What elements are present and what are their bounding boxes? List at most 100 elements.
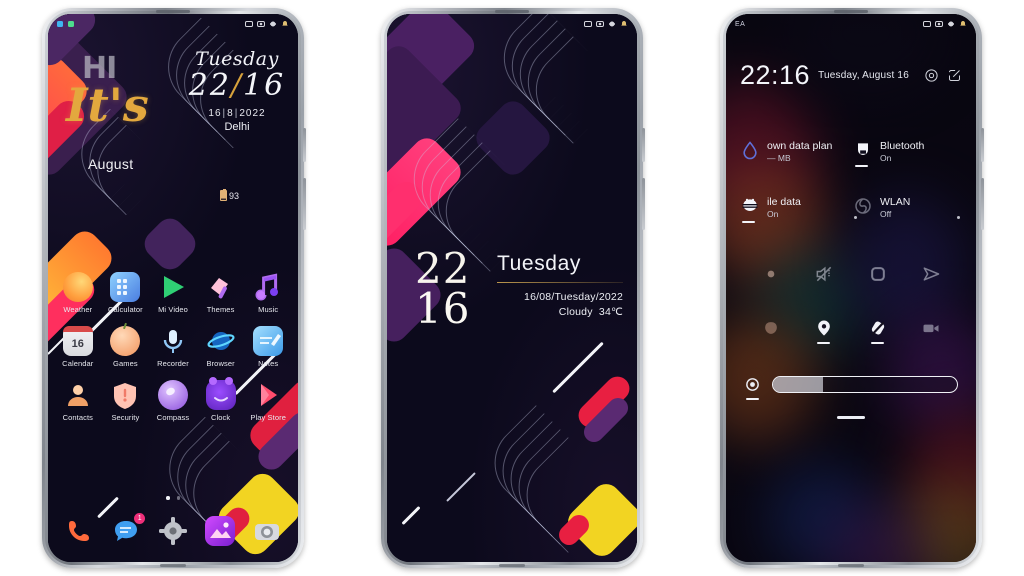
app-grid: Weather Calculator Mi Video Themes Music… [54,272,292,422]
app-games[interactable]: Games [102,322,150,368]
dock-settings-icon[interactable] [158,516,188,546]
tile-state-indicator [746,397,759,400]
wlan-icon [853,196,873,216]
lockscreen-minute: 16 [415,283,471,333]
messages-badge: 1 [134,513,146,524]
tile-sublabel: Off [880,209,892,220]
app-themes[interactable]: Themes [197,272,245,314]
screen-record-icon[interactable] [921,318,941,338]
clock-city: Delhi [224,120,250,133]
phone-1-home-screen: HI It's August Tuesday 22/16 16|8|2022 D… [42,8,306,568]
music-icon [253,272,283,302]
divider [497,282,623,283]
earpiece [834,10,868,13]
phone-3-quick-settings: EA 22:16 Tuesday, August 16 own data pla… [720,8,984,568]
dock-phone-icon[interactable] [64,516,94,546]
mobile-data-icon [740,196,760,223]
tile-mobile-data[interactable]: ile data On [740,196,849,223]
app-calendar[interactable]: 16 Calendar [54,326,102,368]
edit-icon[interactable] [947,68,962,83]
app-compass[interactable]: Compass [149,380,197,422]
security-icon [110,380,140,410]
app-security[interactable]: Security [102,380,150,422]
tile-data-plan[interactable]: own data plan — MB [740,140,849,163]
tile-state-indicator [855,164,868,167]
screenshot-stage: HI It's August Tuesday 22/16 16|8|2022 D… [0,0,1024,576]
battery-level: 93 [229,190,240,201]
quick-settings-row-2: ile data On WLAN Off [740,196,962,223]
clock-weekday: Tuesday [195,48,279,70]
app-contacts[interactable]: Contacts [54,380,102,422]
volume-button[interactable] [642,178,645,230]
page-dot-2[interactable] [176,496,180,500]
greeting-widget[interactable]: HI It's August [62,52,174,184]
volume-button[interactable] [981,178,984,230]
page-dot-1[interactable] [166,496,170,500]
brightness-slider[interactable] [772,376,958,393]
page-indicator [48,496,298,500]
volume-button[interactable] [303,178,306,230]
power-button[interactable] [981,128,984,162]
tile-state-indicator [870,341,884,344]
greeting-its: It's [66,78,149,132]
brightness-control[interactable] [744,376,958,400]
app-weather[interactable]: Weather [54,272,102,314]
app-label: Games [113,359,138,368]
bell-icon [282,21,288,26]
tile-dot-marker [854,216,857,219]
battery-widget: 93 [220,189,240,201]
clock-minute: 16 [243,68,286,103]
app-play-store[interactable]: Play Store [244,380,292,422]
app-calculator[interactable]: Calculator [102,272,150,314]
rotation-lock-icon[interactable] [868,318,888,344]
app-clock[interactable]: Clock [197,377,245,422]
weather-condition: Cloudy [558,306,593,318]
airplane-icon[interactable] [921,264,941,284]
dock-camera-icon[interactable] [252,516,282,546]
blob-icon[interactable] [761,318,781,338]
lockscreen-info: Tuesday 16/08/Tuesday/2022 Cloudy 34℃ [497,252,623,318]
screenshot-icon[interactable] [868,264,888,284]
app-notes[interactable]: Notes [244,326,292,368]
app-label: Calculator [108,305,143,314]
dot-icon[interactable] [761,264,781,284]
tile-dot-marker [957,216,960,219]
browser-icon [609,21,615,27]
play-store-icon [253,380,283,410]
blurred-wallpaper [726,14,976,562]
bell-icon [960,21,966,26]
app-mi-video[interactable]: Mi Video [149,272,197,314]
dock-messages-icon[interactable]: 1 [111,513,146,546]
power-button[interactable] [303,128,306,162]
clock-date: 16|8|2022 [208,107,266,119]
quick-settings-header: 22:16 Tuesday, August 16 [740,60,962,91]
date-year: 2022 [239,107,266,119]
sound-off-icon[interactable] [814,264,834,284]
carrier-label: EA [735,20,746,28]
gear-icon[interactable] [924,68,939,83]
clock-widget[interactable]: Tuesday 22/16 16|8|2022 Delhi [176,50,298,133]
app-label: Browser [206,359,235,368]
lockscreen-clock[interactable]: 22 16 [415,248,471,333]
phone-2-status-bar [387,14,637,34]
app-label: Notes [258,359,279,368]
app-browser[interactable]: Browser [197,326,245,368]
app-recorder[interactable]: Recorder [149,326,197,368]
dock-gallery-icon[interactable] [204,516,235,546]
panel-drag-handle[interactable] [837,416,865,419]
clock-time: 22/16 [176,70,298,102]
tile-bluetooth[interactable]: Bluetooth On [853,140,962,167]
bottom-speaker [160,564,186,567]
compass-icon [157,380,188,410]
brightness-icon[interactable] [744,376,761,400]
date-day: 16 [208,107,222,119]
app-music[interactable]: Music [244,272,292,314]
power-button[interactable] [642,128,645,162]
tile-label: WLAN [880,196,911,208]
earpiece [156,10,190,13]
phone-1-screen: HI It's August Tuesday 22/16 16|8|2022 D… [48,14,298,562]
location-icon[interactable] [814,318,834,344]
phone-1-status-bar [48,14,298,34]
phone-2-screen: 22 16 Tuesday 16/08/Tuesday/2022 Cloudy … [387,14,637,562]
tile-wlan[interactable]: WLAN Off [853,196,962,219]
